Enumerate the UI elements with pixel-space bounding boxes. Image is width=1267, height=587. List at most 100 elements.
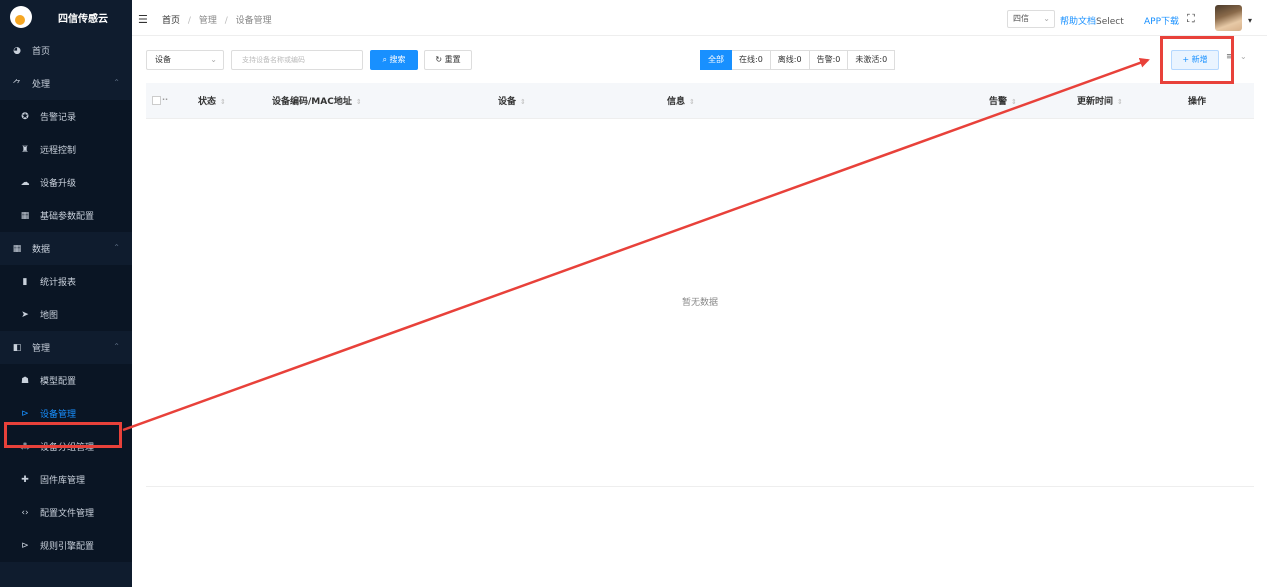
sort-icon: ⇕ bbox=[689, 98, 695, 106]
sidebar-item-0[interactable]: ◕ 首页 bbox=[0, 34, 132, 67]
sidebar-item-7[interactable]: ▮ 统计报表 bbox=[0, 265, 132, 298]
sidebar-item-8[interactable]: ➤ 地图 bbox=[0, 298, 132, 331]
language-select[interactable]: 四信 ⌄ bbox=[1007, 10, 1055, 28]
reset-button-label: 重置 bbox=[444, 55, 461, 64]
help-select-label: Select bbox=[1096, 17, 1124, 27]
search-input[interactable]: 支持设备名称或编码 bbox=[231, 50, 363, 70]
device-table: .. 状态 ⇕ 设备编码/MAC地址 ⇕ 设备 ⇕ 信息 ⇕ 告警 ⇕ 更新时间 ⇕ 操作 … bbox=[146, 83, 1254, 487]
sidebar-item-label: 统计报表 bbox=[40, 278, 77, 288]
firmware-icon: ✚ bbox=[21, 474, 29, 485]
status-filter-1[interactable]: 在线:0 bbox=[732, 50, 771, 70]
sidebar: 四信传感云 ◕ 首页⺈处理 ⌃ ✪ 告警记录 ♜ 远程控制 ☁ 设备升级 ▦ 基础参数配置 ▦ 数据 ⌃ ▮… bbox=[0, 0, 132, 587]
sidebar-item-3[interactable]: ♜ 远程控制 bbox=[0, 133, 132, 166]
breadcrumb-manage[interactable]: 管理 bbox=[199, 16, 217, 26]
fullscreen-icon[interactable]: ⛶ bbox=[1187, 12, 1195, 26]
sidebar-item-10[interactable]: ☗ 模型配置 bbox=[0, 364, 132, 397]
column-device-label: 设备 bbox=[498, 97, 517, 107]
sort-icon: ⇕ bbox=[1011, 98, 1017, 106]
annotation-box-add-button bbox=[1160, 36, 1234, 84]
sidebar-item-label: 管理 bbox=[32, 344, 51, 354]
column-updated-label: 更新时间 bbox=[1077, 97, 1114, 107]
sidebar-item-2[interactable]: ✪ 告警记录 bbox=[0, 100, 132, 133]
status-filter-group: 全部 在线:0 离线:0 告警:0 未激活:0 bbox=[700, 50, 896, 70]
sidebar-item-label: 设备管理 bbox=[40, 410, 77, 420]
sidebar-submenu: ✪ 告警记录 ♜ 远程控制 ☁ 设备升级 ▦ 基础参数配置 bbox=[0, 100, 132, 232]
status-filter-3[interactable]: 告警:0 bbox=[809, 50, 849, 70]
sidebar-item-4[interactable]: ☁ 设备升级 bbox=[0, 166, 132, 199]
sidebar-menu: ◕ 首页⺈处理 ⌃ ✪ 告警记录 ♜ 远程控制 ☁ 设备升级 ▦ 基础参数配置 ▦ 数据 ⌃ ▮ 统计报表 ➤ 地… bbox=[0, 34, 132, 562]
sidebar-item-label: 固件库管理 bbox=[40, 476, 86, 486]
sidebar-item-13[interactable]: ✚ 固件库管理 bbox=[0, 463, 132, 496]
breadcrumb-home[interactable]: 首页 bbox=[162, 16, 180, 26]
device-icon: ⊳ bbox=[21, 408, 29, 419]
avatar[interactable] bbox=[1215, 5, 1242, 31]
sidebar-item-15[interactable]: ⊳ 规则引擎配置 bbox=[0, 529, 132, 562]
sidebar-item-9[interactable]: ◧ 管理 ⌃ bbox=[0, 331, 132, 364]
select-dropdown-icon[interactable]: .. bbox=[162, 93, 168, 102]
status-filter-0[interactable]: 全部 bbox=[700, 50, 732, 70]
annotation-box-device-menu bbox=[4, 422, 122, 448]
breadcrumb-current: 设备管理 bbox=[235, 16, 272, 26]
header: ☰ 首页 / 管理 / 设备管理 四信 ⌄ 帮助文档Select APP下载 ⛶… bbox=[132, 0, 1267, 36]
data-icon: ▦ bbox=[12, 243, 22, 254]
sidebar-item-label: 处理 bbox=[32, 80, 51, 90]
search-icon: ⌕ bbox=[382, 55, 390, 64]
sidebar-item-label: 设备升级 bbox=[40, 179, 77, 189]
breadcrumb-separator: / bbox=[224, 16, 228, 26]
chart-icon: ▮ bbox=[22, 276, 28, 287]
sidebar-item-label: 告警记录 bbox=[40, 113, 77, 123]
sidebar-item-label: 首页 bbox=[32, 47, 51, 57]
search-type-select[interactable]: 设备 ⌄ bbox=[146, 50, 224, 70]
sidebar-item-14[interactable]: ‹› 配置文件管理 bbox=[0, 496, 132, 529]
toolbar: 设备 ⌄ 支持设备名称或编码 ⌕ 搜索 ↻ 重置 全部 在线:0 离线:0 告警:0 未… bbox=[146, 50, 1256, 70]
sort-icon: ⇕ bbox=[1117, 98, 1123, 106]
sidebar-item-label: 配置文件管理 bbox=[40, 509, 95, 519]
column-device[interactable]: 设备 ⇕ bbox=[498, 94, 526, 107]
status-filter-2[interactable]: 离线:0 bbox=[770, 50, 810, 70]
sidebar-submenu: ▮ 统计报表 ➤ 地图 bbox=[0, 265, 132, 331]
sort-icon: ⇕ bbox=[520, 98, 526, 106]
sidebar-item-label: 基础参数配置 bbox=[40, 212, 95, 222]
column-actions: 操作 bbox=[1188, 94, 1206, 107]
table-header: .. 状态 ⇕ 设备编码/MAC地址 ⇕ 设备 ⇕ 信息 ⇕ 告警 ⇕ 更新时间 ⇕ 操作 bbox=[146, 83, 1254, 119]
caret-down-icon[interactable]: ▾ bbox=[1248, 16, 1252, 25]
column-updated[interactable]: 更新时间 ⇕ bbox=[1077, 94, 1123, 107]
table-icon: ▦ bbox=[20, 210, 30, 221]
sidebar-submenu: ☗ 模型配置 ⊳ 设备管理 ⁂ 设备分组管理 ✚ 固件库管理 ‹› 配置文件管理 ⊳ 规则引擎配置 bbox=[0, 364, 132, 562]
select-all-checkbox[interactable] bbox=[152, 96, 161, 105]
empty-state: 暂无数据 bbox=[681, 298, 718, 308]
chevron-down-icon: ⌄ bbox=[1043, 14, 1050, 23]
sidebar-item-label: 远程控制 bbox=[40, 146, 77, 156]
chevron-up-icon: ⌃ bbox=[113, 243, 120, 252]
sidebar-item-6[interactable]: ▦ 数据 ⌃ bbox=[0, 232, 132, 265]
process-icon: ⺈ bbox=[12, 80, 22, 90]
rule-icon: ⊳ bbox=[21, 540, 29, 551]
sidebar-item-label: 数据 bbox=[32, 245, 51, 255]
chevron-down-icon[interactable]: ⌄ bbox=[1240, 52, 1247, 61]
logo-text: 四信传感云 bbox=[58, 13, 108, 25]
column-alarm[interactable]: 告警 ⇕ bbox=[989, 94, 1017, 107]
column-info[interactable]: 信息 ⇕ bbox=[667, 94, 695, 107]
breadcrumb: 首页 / 管理 / 设备管理 bbox=[162, 13, 272, 26]
chevron-down-icon: ⌄ bbox=[210, 55, 217, 64]
chevron-up-icon: ⌃ bbox=[113, 78, 120, 87]
sidebar-item-1[interactable]: ⺈处理 ⌃ bbox=[0, 67, 132, 100]
reset-button[interactable]: ↻ 重置 bbox=[424, 50, 472, 70]
sidebar-item-5[interactable]: ▦ 基础参数配置 bbox=[0, 199, 132, 232]
column-code[interactable]: 设备编码/MAC地址 ⇕ bbox=[272, 94, 362, 107]
manage-icon: ◧ bbox=[12, 342, 22, 353]
map-icon: ➤ bbox=[21, 309, 29, 320]
column-status[interactable]: 状态 ⇕ bbox=[198, 94, 226, 107]
help-docs-label: 帮助文档 bbox=[1060, 17, 1097, 27]
status-filter-4[interactable]: 未激活:0 bbox=[848, 50, 896, 70]
column-status-label: 状态 bbox=[198, 97, 217, 107]
app-download-link[interactable]: APP下载 bbox=[1144, 14, 1179, 27]
search-button[interactable]: ⌕ 搜索 bbox=[370, 50, 418, 70]
menu-toggle-icon[interactable]: ☰ bbox=[138, 13, 148, 26]
model-icon: ☗ bbox=[20, 375, 30, 386]
remote-icon: ♜ bbox=[20, 144, 30, 155]
sidebar-item-label: 地图 bbox=[40, 311, 59, 321]
search-type-value: 设备 bbox=[155, 55, 171, 64]
alarm-icon: ✪ bbox=[21, 111, 29, 122]
help-docs-link[interactable]: 帮助文档Select bbox=[1060, 14, 1124, 27]
